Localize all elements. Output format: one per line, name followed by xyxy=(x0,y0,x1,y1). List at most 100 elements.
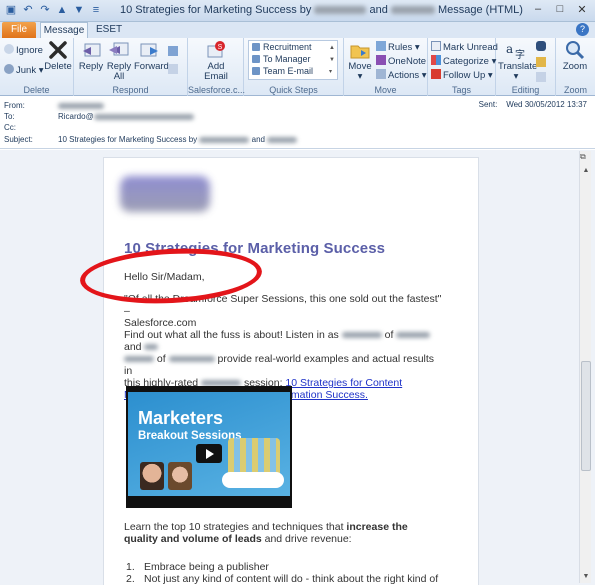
group-respond: Reply Reply All Forward Respond xyxy=(74,38,188,96)
up-arrow-icon[interactable]: ▲ xyxy=(55,3,69,17)
close-icon[interactable]: ✕ xyxy=(575,3,589,16)
forward-label: Forward xyxy=(134,61,169,72)
more-icon xyxy=(168,64,178,74)
actions-label: Actions xyxy=(388,70,420,81)
scroll-up-icon[interactable]: ▲ xyxy=(580,165,592,177)
list-number: 2. xyxy=(126,573,135,585)
tab-eset[interactable]: ESET xyxy=(96,22,122,38)
tab-file[interactable]: File xyxy=(2,22,36,38)
cc-label: Cc: xyxy=(4,123,16,132)
scroll-thumb[interactable] xyxy=(581,361,591,471)
redacted-speaker xyxy=(341,332,382,339)
redacted-name xyxy=(390,6,435,15)
to-value[interactable]: Ricardo@ xyxy=(58,111,194,122)
video-thumbnail[interactable]: Marketers Breakout Sessions xyxy=(126,386,292,508)
delete-button[interactable]: Delete xyxy=(44,40,72,72)
quick-step-recruitment[interactable]: Recruitment xyxy=(249,41,337,53)
ignore-label: Ignore xyxy=(16,45,43,56)
select-button[interactable] xyxy=(536,72,548,84)
maximize-icon[interactable]: □ xyxy=(553,3,567,16)
cloud-illustration xyxy=(222,472,284,488)
group-label-zoom: Zoom xyxy=(563,85,587,95)
quick-step-to-manager[interactable]: To Manager xyxy=(249,53,337,65)
move-button[interactable]: Move ▾ xyxy=(348,40,372,82)
more-respond-button[interactable] xyxy=(168,46,180,58)
forward-button[interactable]: Forward xyxy=(134,40,169,72)
quick-step-team-email[interactable]: Team E-mail xyxy=(249,65,337,77)
strategy-list: 1. Embrace being a publisher 2. Not just a… xyxy=(126,561,438,585)
redacted-name xyxy=(199,136,250,143)
from-value[interactable] xyxy=(58,100,104,111)
categorize-label: Categorize xyxy=(443,56,489,67)
save-icon[interactable]: ▣ xyxy=(4,3,18,17)
zoom-button[interactable]: Zoom xyxy=(560,40,590,72)
group-zoom: Zoom Zoom xyxy=(556,38,595,96)
reply-button[interactable]: Reply xyxy=(78,40,104,72)
gallery-scroll-icon[interactable]: ▲ ▼ ▾ xyxy=(329,42,336,78)
scroll-down-icon[interactable]: ▼ xyxy=(580,571,592,583)
reply-all-button[interactable]: Reply All xyxy=(106,40,132,82)
list-item: 1. Embrace being a publisher xyxy=(126,561,438,573)
onenote-button[interactable]: OneNote xyxy=(376,55,426,67)
zoom-label: Zoom xyxy=(562,61,588,72)
group-label-tags: Tags xyxy=(451,85,471,95)
translate-label: Translate xyxy=(498,61,538,72)
reading-pane[interactable]: 10 Strategies for Marketing Success Hell… xyxy=(0,150,595,585)
follow-up-button[interactable]: Follow Up ▾ xyxy=(431,69,493,81)
presenter-photo-1 xyxy=(140,462,164,490)
learn-paragraph: Learn the top 10 strategies and techniqu… xyxy=(124,521,444,545)
find-button[interactable] xyxy=(536,41,548,53)
follow-up-label: Follow Up xyxy=(443,70,486,81)
group-label-salesforce: Salesforce.c... xyxy=(188,85,246,95)
tab-message[interactable]: Message xyxy=(40,22,88,38)
list-item: 2. Not just any kind of content will do -… xyxy=(126,573,438,585)
redacted-company xyxy=(168,356,215,363)
meeting-icon xyxy=(168,46,178,56)
ignore-icon xyxy=(4,44,14,54)
group-editing: a字 Translate ▾ Editing xyxy=(496,38,556,96)
group-salesforce: S Add Email Salesforce.c... xyxy=(188,38,246,96)
title-mid: and xyxy=(369,4,388,16)
junk-label: Junk xyxy=(16,65,37,76)
actions-button[interactable]: Actions ▾ xyxy=(376,69,427,81)
translate-button[interactable]: a字 Translate ▾ xyxy=(498,40,538,82)
categorize-button[interactable]: Categorize ▾ xyxy=(431,55,496,67)
infobar-icon[interactable]: ⧉ xyxy=(580,152,590,162)
svg-text:a: a xyxy=(506,42,513,56)
redacted-speaker xyxy=(144,344,159,351)
down-arrow-icon[interactable]: ▼ xyxy=(72,3,86,17)
video-title: Marketers xyxy=(138,408,224,428)
minimize-icon[interactable]: – xyxy=(531,3,545,16)
redo-icon[interactable]: ↷ xyxy=(38,3,52,17)
play-icon[interactable] xyxy=(196,444,222,463)
sender-logo xyxy=(120,176,210,212)
group-label-respond: Respond xyxy=(112,85,149,95)
group-label-delete: Delete xyxy=(23,85,50,95)
redacted-company xyxy=(396,332,431,339)
junk-button[interactable]: Junk ▾ xyxy=(4,64,44,76)
sent-value: Wed 30/05/2012 13:37 xyxy=(506,100,587,109)
list-text: Embrace being a publisher xyxy=(144,561,269,573)
title-prefix: 10 Strategies for Marketing Success by xyxy=(120,4,312,16)
rules-label: Rules xyxy=(388,42,413,53)
rules-button[interactable]: Rules ▾ xyxy=(376,41,420,53)
salesforce-add-email-icon: S xyxy=(207,41,225,58)
more-options-button[interactable] xyxy=(168,64,180,76)
undo-icon[interactable]: ↶ xyxy=(21,3,35,17)
ignore-button[interactable]: Ignore xyxy=(4,44,43,56)
add-email-button[interactable]: S Add Email xyxy=(200,40,232,82)
reply-all-icon xyxy=(109,42,129,56)
reply-label: Reply xyxy=(78,61,104,72)
to-row: To: Ricardo@ xyxy=(4,111,404,122)
to-address: Ricardo@ xyxy=(58,112,94,121)
mark-unread-button[interactable]: Mark Unread xyxy=(431,41,498,53)
vertical-scrollbar[interactable]: ▲ ▼ xyxy=(579,151,591,583)
subject-label: Subject: xyxy=(4,135,33,144)
para-of: of xyxy=(156,353,166,365)
related-button[interactable] xyxy=(536,57,548,69)
learn-text-2: and drive revenue: xyxy=(264,533,352,545)
help-icon[interactable]: ? xyxy=(576,23,589,36)
subject-prefix: 10 Strategies for Marketing Success by xyxy=(58,135,198,144)
customize-qat-icon[interactable]: ≡ xyxy=(89,3,103,17)
ribbon-tabs: File Message ESET ? xyxy=(0,22,595,38)
